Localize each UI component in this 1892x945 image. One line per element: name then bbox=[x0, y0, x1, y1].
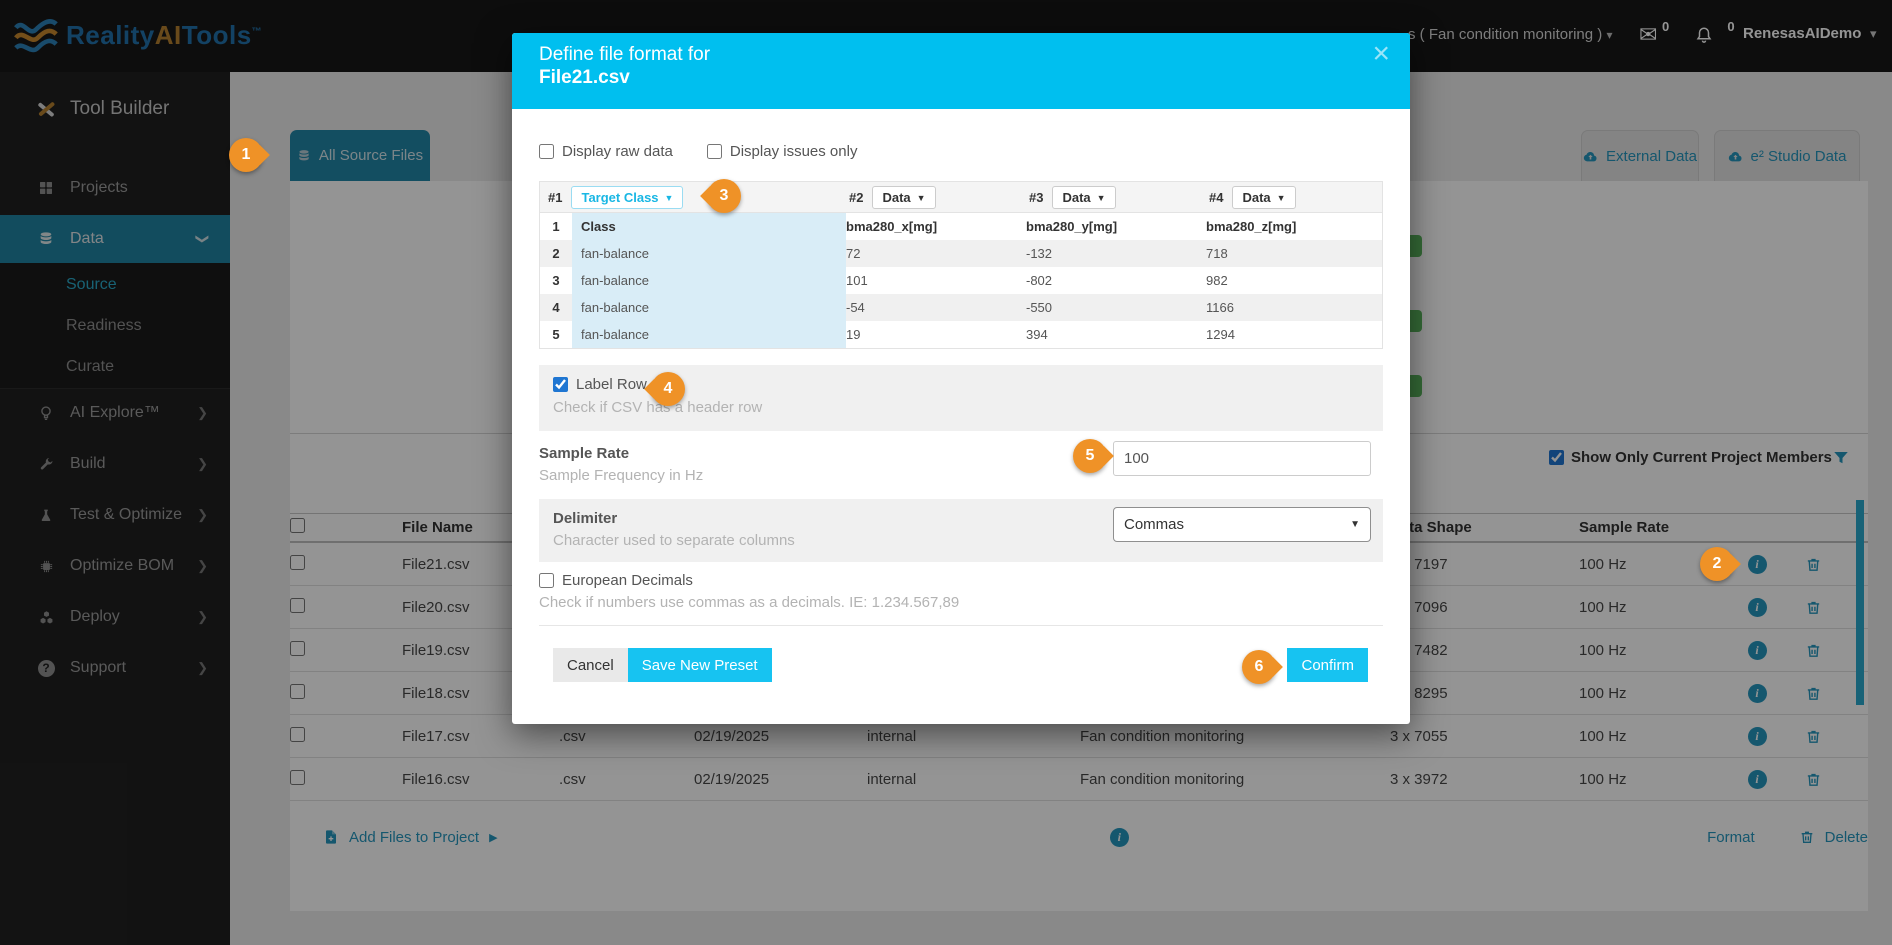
caret-down-icon: ▼ bbox=[1277, 194, 1286, 203]
delimiter-section: Delimiter Character used to separate col… bbox=[539, 499, 1383, 562]
app-window: RealityAITools™ s ( Fan condition monito… bbox=[0, 0, 1892, 945]
display-issues-only-label: Display issues only bbox=[730, 143, 858, 160]
european-decimals-hint: Check if numbers use commas as a decimal… bbox=[539, 594, 1383, 611]
annotation-badge-3: 3 bbox=[707, 179, 741, 213]
delimiter-select[interactable]: Commas ▼ bbox=[1113, 507, 1371, 542]
preview-row: 5 fan-balance 19 394 1294 bbox=[540, 321, 1382, 348]
csv-preview-table: #1 Target Class▼ #2 Data▼ #3 Data▼ #4 Da… bbox=[539, 181, 1383, 349]
save-new-preset-button[interactable]: Save New Preset bbox=[628, 648, 772, 682]
caret-down-icon: ▼ bbox=[1097, 194, 1106, 203]
annotation-badge-1: 1 bbox=[229, 138, 263, 172]
display-options-row: Display raw data Display issues only bbox=[539, 139, 1383, 163]
annotation-badge-5: 5 bbox=[1073, 439, 1107, 473]
column-3-group: #3 Data▼ bbox=[1029, 182, 1116, 213]
column-type-dropdown[interactable]: Data▼ bbox=[1052, 186, 1115, 209]
column-2-group: #2 Data▼ bbox=[849, 182, 936, 213]
column-type-dropdown[interactable]: Data▼ bbox=[872, 186, 935, 209]
annotation-badge-6: 6 bbox=[1242, 650, 1276, 684]
caret-down-icon: ▼ bbox=[1350, 519, 1360, 530]
define-file-format-modal: Define file format for File21.csv × Disp… bbox=[512, 33, 1410, 724]
annotation-badge-4: 4 bbox=[651, 372, 685, 406]
modal-title-line1: Define file format for bbox=[539, 44, 1386, 66]
modal-body: Display raw data Display issues only #1 … bbox=[512, 139, 1410, 722]
display-raw-data-label: Display raw data bbox=[562, 143, 673, 160]
caret-down-icon: ▼ bbox=[665, 194, 674, 203]
caret-down-icon: ▼ bbox=[917, 194, 926, 203]
annotation-badge-2: 2 bbox=[1700, 547, 1734, 581]
preview-header-row: #1 Target Class▼ #2 Data▼ #3 Data▼ #4 Da… bbox=[540, 182, 1382, 213]
footer-divider bbox=[539, 625, 1383, 626]
close-icon[interactable]: × bbox=[1372, 37, 1390, 71]
preview-row: 2 fan-balance 72 -132 718 bbox=[540, 240, 1382, 267]
sample-rate-input[interactable] bbox=[1113, 441, 1371, 476]
preview-row: 1 Class bma280_x[mg] bma280_y[mg] bma280… bbox=[540, 213, 1382, 240]
column-4-group: #4 Data▼ bbox=[1209, 182, 1296, 213]
sample-rate-section: Sample Rate Sample Frequency in Hz bbox=[539, 431, 1383, 499]
modal-title-line2: File21.csv bbox=[539, 67, 1386, 89]
preview-row: 3 fan-balance 101 -802 982 bbox=[540, 267, 1382, 294]
label-row-label: Label Row bbox=[576, 376, 647, 393]
european-decimals-label: European Decimals bbox=[562, 572, 693, 589]
column-type-dropdown[interactable]: Data▼ bbox=[1232, 186, 1295, 209]
column-type-dropdown[interactable]: Target Class▼ bbox=[571, 186, 683, 209]
display-issues-only-checkbox[interactable] bbox=[707, 144, 722, 159]
column-1-group: #1 Target Class▼ bbox=[548, 182, 683, 213]
modal-header: Define file format for File21.csv × bbox=[512, 33, 1410, 109]
label-row-checkbox[interactable] bbox=[553, 377, 568, 392]
confirm-button[interactable]: Confirm bbox=[1287, 648, 1368, 682]
preview-row: 4 fan-balance -54 -550 1166 bbox=[540, 294, 1382, 321]
european-decimals-checkbox[interactable] bbox=[539, 573, 554, 588]
cancel-button[interactable]: Cancel bbox=[553, 648, 628, 682]
european-decimals-section: European Decimals Check if numbers use c… bbox=[539, 572, 1383, 611]
display-raw-data-checkbox[interactable] bbox=[539, 144, 554, 159]
